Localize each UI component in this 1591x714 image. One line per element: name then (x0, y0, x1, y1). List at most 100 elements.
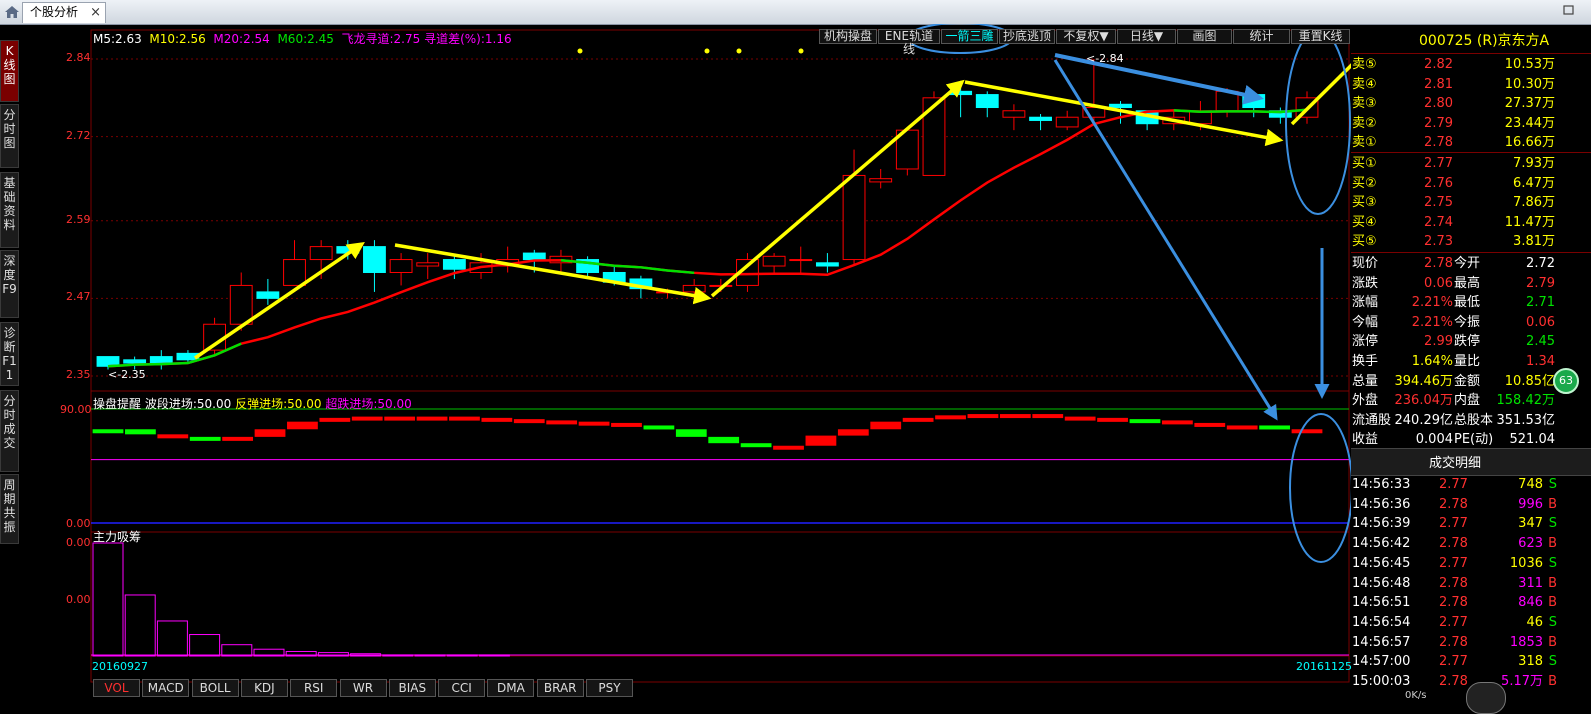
ask-row-2[interactable]: 卖③ 2.80 27.37万 (1351, 94, 1563, 114)
ask-row-3[interactable]: 卖② 2.79 23.44万 (1351, 114, 1563, 134)
trade-side: B (1548, 634, 1557, 650)
indicator-bar (1194, 422, 1226, 427)
indicator-bar (675, 429, 707, 437)
ask-row-0[interactable]: 卖⑤ 2.82 10.53万 (1351, 55, 1563, 75)
floating-badge[interactable]: 63 (1553, 368, 1579, 394)
trade-row-3: 14:56:42 2.78 623 B (1351, 534, 1563, 554)
candle[interactable] (416, 253, 440, 279)
left-tab-4[interactable]: 诊断F11 (0, 322, 19, 386)
index-tab-brar[interactable]: BRAR (536, 679, 584, 697)
toolbar-button-8[interactable]: 重置K线 (1291, 29, 1350, 44)
tab-stock-analysis[interactable]: 个股分析 × (22, 2, 106, 23)
candle[interactable] (975, 91, 999, 118)
bid-row-3[interactable]: 买④ 2.74 11.47万 (1351, 213, 1563, 233)
bid-row-1[interactable]: 买② 2.76 6.47万 (1351, 174, 1563, 194)
quote-value: 236.04万 (1394, 393, 1454, 409)
left-tab-5[interactable]: 分时成交 (0, 390, 19, 472)
candle[interactable] (283, 240, 306, 286)
ask-label: 卖④ (1352, 76, 1377, 92)
quote-value: 2.79 (1526, 275, 1555, 291)
toolbar-button-3[interactable]: 抄底逃顶 (999, 29, 1055, 44)
stock-title[interactable]: 000725 (R)京东方A (1419, 30, 1549, 50)
index-tab-cci[interactable]: CCI (438, 679, 486, 697)
trade-row-4: 14:56:45 2.77 1036 S (1351, 554, 1563, 574)
index-tab-bias[interactable]: BIAS (388, 679, 436, 697)
signal-dot (798, 48, 804, 54)
index-tab-wr[interactable]: WR (339, 679, 387, 697)
candle[interactable] (496, 246, 520, 273)
speed-ball-icon[interactable] (1466, 682, 1506, 714)
restore-window-icon[interactable] (1562, 3, 1576, 17)
home-icon[interactable] (3, 3, 21, 21)
quote-value: 10.85亿 (1504, 373, 1555, 389)
ask-row-4[interactable]: 卖① 2.78 16.66万 (1351, 133, 1563, 153)
candle[interactable] (389, 253, 413, 286)
trade-side: B (1548, 674, 1557, 689)
kline-chart[interactable] (19, 24, 1351, 706)
indicator-bar (870, 421, 902, 430)
bid-row-2[interactable]: 买③ 2.75 7.86万 (1351, 193, 1563, 213)
close-icon[interactable]: × (90, 3, 101, 22)
toolbar-button-4[interactable]: 不复权▼ (1056, 29, 1116, 44)
tab-label: 个股分析 (30, 5, 79, 19)
toolbar-button-6[interactable]: 画图 (1177, 29, 1232, 44)
ask-price: 2.82 (1424, 57, 1453, 72)
bid-row-0[interactable]: 买① 2.77 7.93万 (1351, 154, 1563, 174)
index-tab-kdj[interactable]: KDJ (240, 679, 288, 697)
trade-volume: 748 (1518, 477, 1543, 492)
bid-row-4[interactable]: 买⑤ 2.73 3.81万 (1351, 232, 1563, 252)
indicator-bar (222, 436, 254, 441)
trade-time: 14:56:51 (1352, 595, 1411, 611)
toolbar-button-7[interactable]: 统计 (1233, 29, 1290, 44)
bid-label: 买① (1352, 156, 1377, 171)
left-tab-6[interactable]: 周期共振 (0, 474, 19, 544)
indicator-bar (740, 443, 772, 448)
index-tab-rsi[interactable]: RSI (290, 679, 338, 697)
indicator-bar (1291, 429, 1323, 434)
toolbar-button-5[interactable]: 日线▼ (1117, 29, 1176, 44)
left-tab-1[interactable]: 分时图 (0, 104, 19, 168)
bid-price: 2.76 (1424, 175, 1453, 191)
candle[interactable] (1082, 59, 1106, 124)
signal-dot (577, 48, 583, 54)
quote-value: 240.29亿 (1394, 412, 1454, 428)
trade-volume: 623 (1518, 536, 1543, 552)
bid-label: 买④ (1352, 214, 1377, 230)
indicator-bar (1226, 425, 1258, 430)
candle[interactable] (149, 350, 173, 370)
index-tab-dma[interactable]: DMA (487, 679, 535, 697)
trade-price: 2.77 (1439, 614, 1468, 630)
toolbar-button-2[interactable]: 一箭三雕 (941, 29, 998, 44)
ask-volume: 27.37万 (1504, 96, 1555, 112)
candle[interactable] (1002, 104, 1026, 131)
bid-volume: 6.47万 (1513, 175, 1555, 191)
index-tab-boll[interactable]: BOLL (191, 679, 239, 697)
quote-panel: 000725 (R)京东方A 卖⑤ 2.82 10.53万 卖④ 2.81 10.30万卖… (1351, 24, 1591, 706)
quote-value: 2.78 (1424, 256, 1453, 271)
indicator2-top-tick: 0.00 (66, 536, 91, 549)
left-tab-3[interactable]: 深度F9 (0, 250, 19, 318)
ask-row-1[interactable]: 卖④ 2.81 10.30万 (1351, 75, 1563, 95)
trade-row-9: 14:57:00 2.77 318 S (1351, 652, 1563, 672)
volume-bar (156, 620, 188, 657)
index-tab-psy[interactable]: PSY (586, 679, 633, 697)
quote-label: 今振 (1454, 314, 1481, 330)
index-tab-macd[interactable]: MACD (142, 679, 190, 697)
trade-side: B (1548, 575, 1557, 591)
trades-title[interactable]: 成交明细 (1429, 452, 1481, 471)
candle[interactable] (762, 253, 786, 273)
trade-side: B (1548, 536, 1557, 552)
candle[interactable] (363, 240, 386, 292)
candle[interactable] (1055, 110, 1079, 131)
left-tab-0[interactable]: K线图 (0, 40, 19, 102)
candle[interactable] (1029, 113, 1052, 131)
candle[interactable] (1268, 107, 1292, 124)
candle[interactable] (815, 253, 839, 273)
candle[interactable] (789, 246, 813, 273)
toolbar-button-1[interactable]: ENE轨道线 (878, 29, 940, 56)
candle[interactable] (869, 168, 893, 189)
left-tab-2[interactable]: 基础资料 (0, 172, 19, 248)
toolbar-button-0[interactable]: 机构操盘 (819, 29, 877, 44)
candlesticks (96, 59, 1319, 370)
index-tab-vol[interactable]: VOL (93, 679, 140, 697)
